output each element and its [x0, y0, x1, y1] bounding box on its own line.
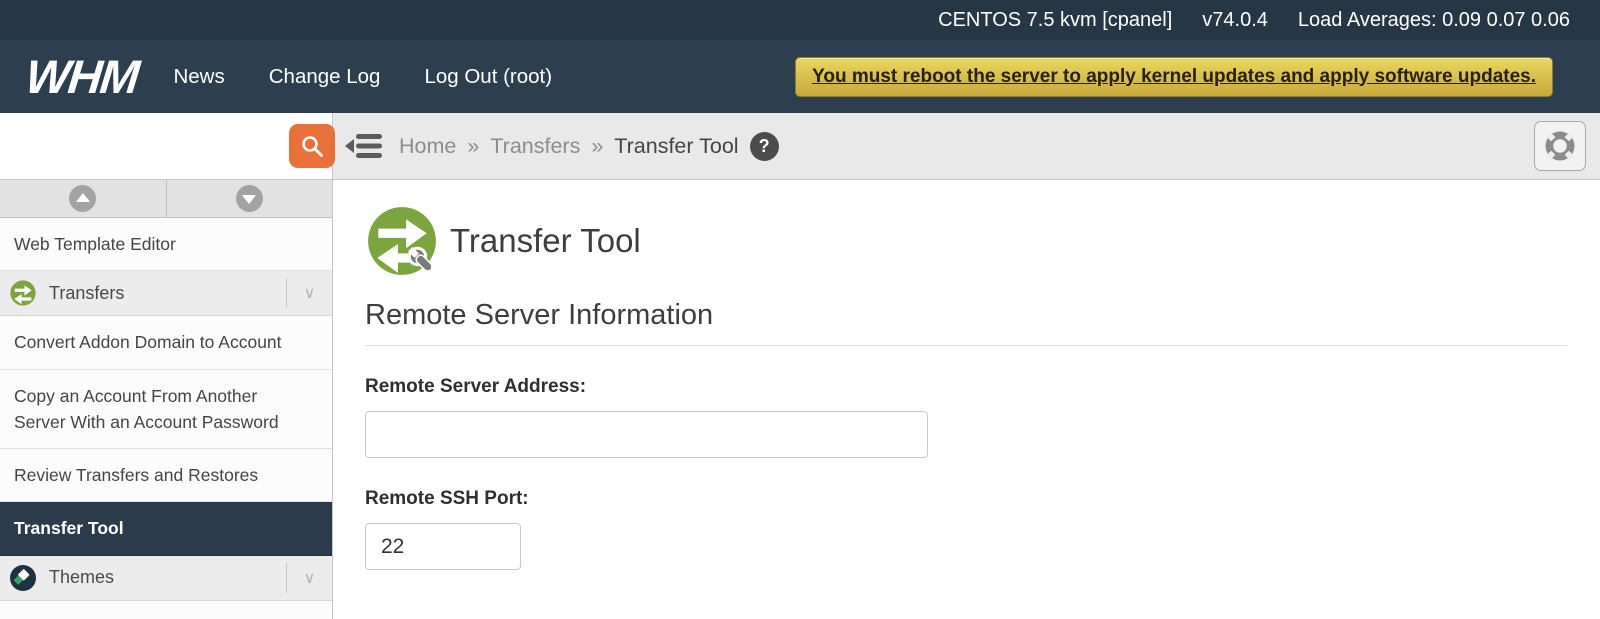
toolbar: Home » Transfers » Transfer Tool ? [0, 113, 1600, 180]
themes-icon [10, 565, 36, 591]
nav-item-log-out[interactable]: Log Out (root) [424, 65, 552, 89]
breadcrumb-separator: » [591, 134, 603, 159]
sidebar-item-convert-addon-domain[interactable]: Convert Addon Domain to Account [0, 316, 332, 369]
sidebar-search [0, 113, 333, 179]
collapse-sidebar-button[interactable] [345, 133, 383, 159]
sidebar-group-label: Themes [49, 567, 286, 588]
nav-item-change-log[interactable]: Change Log [269, 65, 381, 89]
nav-item-news[interactable]: News [173, 65, 224, 89]
remote-server-address-label: Remote Server Address: [365, 376, 1567, 398]
chevron-down-icon[interactable]: ∨ [287, 568, 332, 588]
whm-logo[interactable]: WHM [23, 49, 140, 104]
chevron-down-icon[interactable]: ∨ [287, 283, 332, 303]
sidebar-item-change-whm-theme[interactable]: Change WebHost Manager® Theme [0, 601, 332, 619]
breadcrumb-transfers[interactable]: Transfers [490, 134, 580, 159]
lifering-icon [1542, 128, 1578, 164]
scroll-down-icon [236, 185, 263, 212]
search-icon [299, 133, 325, 159]
breadcrumb-current: Transfer Tool [614, 134, 738, 159]
section-title: Remote Server Information [365, 299, 1567, 346]
sidebar-group-label: Transfers [49, 283, 286, 304]
search-button[interactable] [289, 124, 335, 168]
load-averages: Load Averages: 0.09 0.07 0.06 [1298, 9, 1570, 32]
sidebar-scroll-down-button[interactable] [167, 180, 333, 217]
support-button[interactable] [1534, 121, 1586, 171]
remote-ssh-port-input[interactable] [365, 523, 521, 570]
nav-links: News Change Log Log Out (root) [173, 65, 552, 89]
system-status-bar: CENTOS 7.5 kvm [cpanel] v74.0.4 Load Ave… [0, 0, 1600, 40]
scroll-up-icon [69, 185, 96, 212]
sidebar-scroll-up-button[interactable] [0, 180, 167, 217]
sidebar-item-review-transfers[interactable]: Review Transfers and Restores [0, 449, 332, 502]
breadcrumb-separator: » [467, 134, 479, 159]
remote-ssh-port-label: Remote SSH Port: [365, 488, 1567, 510]
breadcrumb: Home » Transfers » Transfer Tool [399, 134, 739, 159]
sidebar-item-web-template-editor[interactable]: Web Template Editor [0, 218, 332, 271]
collapse-sidebar-icon [345, 133, 383, 159]
sidebar-item-transfer-tool[interactable]: Transfer Tool [0, 502, 332, 555]
top-nav: WHM News Change Log Log Out (root) You m… [0, 40, 1600, 113]
breadcrumb-home[interactable]: Home [399, 134, 456, 159]
transfers-icon [10, 280, 36, 306]
sidebar: Web Template Editor Transfers ∨ Convert … [0, 180, 333, 619]
whm-app: CENTOS 7.5 kvm [cpanel] v74.0.4 Load Ave… [0, 0, 1600, 619]
remote-server-address-input[interactable] [365, 411, 928, 458]
sidebar-group-themes[interactable]: Themes ∨ [0, 556, 332, 601]
reboot-warning-banner[interactable]: You must reboot the server to apply kern… [795, 57, 1553, 97]
main-content: Transfer Tool Remote Server Information … [333, 180, 1600, 619]
sidebar-group-transfers[interactable]: Transfers ∨ [0, 271, 332, 316]
system-version: v74.0.4 [1202, 9, 1268, 32]
system-distro: CENTOS 7.5 kvm [cpanel] [938, 9, 1172, 32]
sidebar-scroll-controls [0, 180, 332, 218]
transfer-tool-icon [365, 204, 439, 278]
page-title: Transfer Tool [450, 222, 641, 260]
search-input[interactable] [0, 113, 289, 179]
sidebar-item-copy-account-password[interactable]: Copy an Account From Another Server With… [0, 370, 332, 450]
help-icon[interactable]: ? [750, 132, 779, 161]
